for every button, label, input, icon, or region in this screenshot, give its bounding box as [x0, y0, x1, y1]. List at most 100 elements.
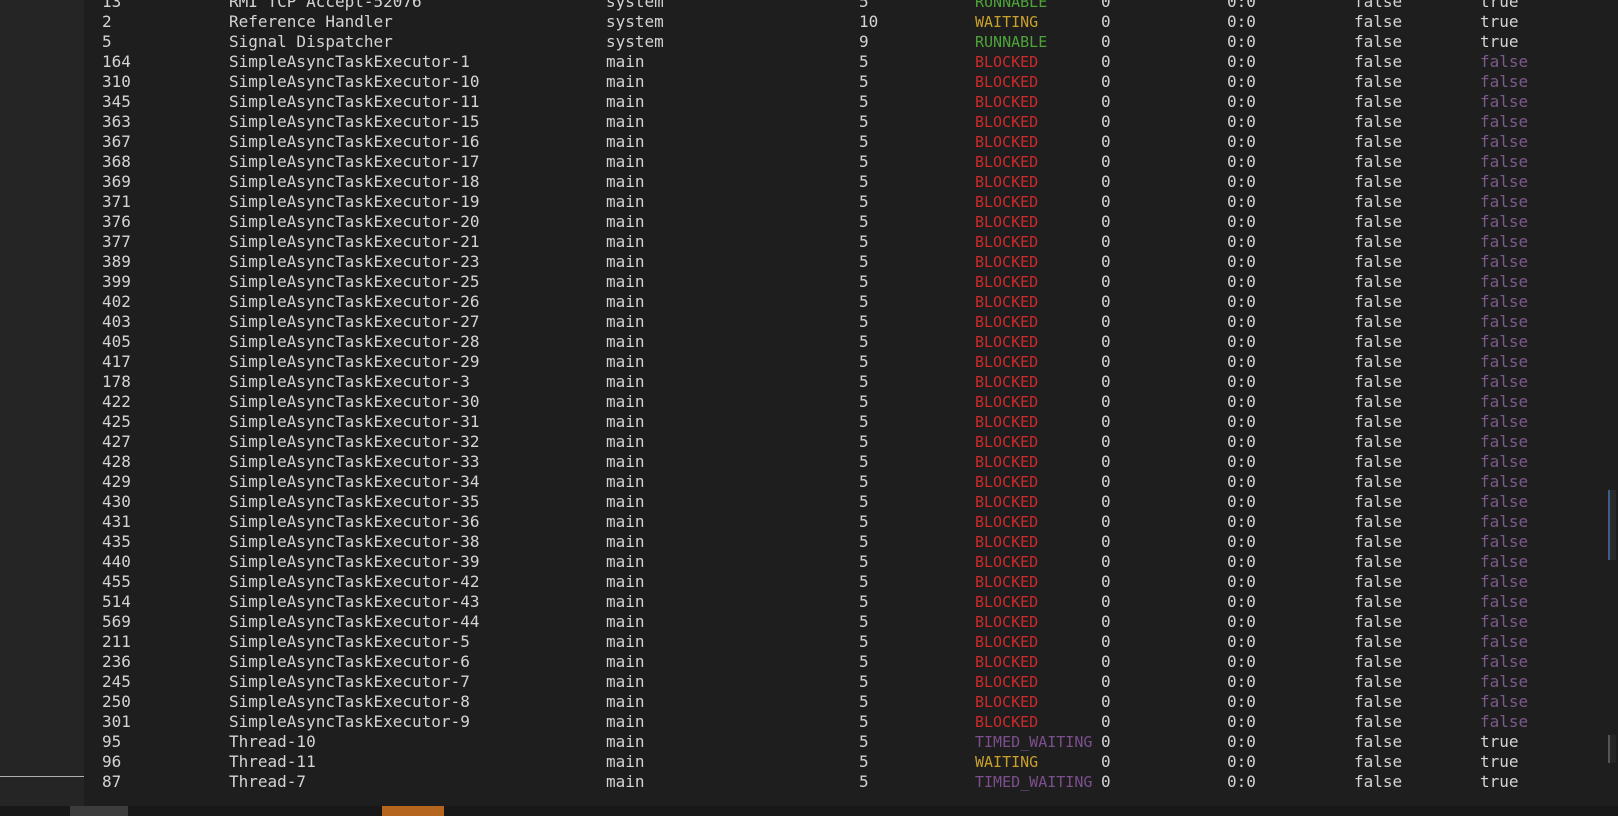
thread-priority: 5 — [859, 352, 869, 371]
thread-name: SimpleAsyncTaskExecutor-8 — [229, 692, 470, 711]
table-row: 13 RMI TCP Accept-52076 system 5 RUNNABLE 0 0:… — [84, 0, 1608, 12]
thread-group: system — [606, 12, 664, 31]
thread-name: Thread-11 — [229, 752, 316, 771]
thread-interrupted: false — [1354, 132, 1403, 151]
thread-time: 0:0 — [1227, 0, 1256, 11]
thread-time: 0:0 — [1227, 112, 1256, 131]
thread-state: BLOCKED — [975, 613, 1039, 631]
thread-name: SimpleAsyncTaskExecutor-31 — [229, 412, 480, 431]
panel-tab[interactable] — [70, 806, 128, 816]
thread-interrupted: false — [1354, 92, 1403, 111]
thread-cpu: 0 — [1101, 672, 1111, 691]
thread-id: 5 — [102, 32, 112, 51]
table-row: 402 SimpleAsyncTaskExecutor-26 main 5 BLOCKE… — [84, 292, 1608, 312]
thread-interrupted: false — [1354, 452, 1403, 471]
thread-id: 301 — [102, 712, 131, 731]
thread-cpu: 0 — [1101, 172, 1111, 191]
thread-state: BLOCKED — [975, 433, 1039, 451]
table-row: 435 SimpleAsyncTaskExecutor-38 main 5 BLOCKE… — [84, 532, 1608, 552]
thread-id: 427 — [102, 432, 131, 451]
table-row: 363 SimpleAsyncTaskExecutor-15 main 5 BLOCKE… — [84, 112, 1608, 132]
thread-state: BLOCKED — [975, 573, 1039, 591]
thread-group: main — [606, 372, 645, 391]
table-row: 367 SimpleAsyncTaskExecutor-16 main 5 BLOCKE… — [84, 132, 1608, 152]
thread-time: 0:0 — [1227, 572, 1256, 591]
table-row: 301 SimpleAsyncTaskExecutor-9 main 5 BLOCKED… — [84, 712, 1608, 732]
thread-name: SimpleAsyncTaskExecutor-7 — [229, 672, 470, 691]
terminal-output[interactable]: 13 RMI TCP Accept-52076 system 5 RUNNABLE 0 0:… — [84, 0, 1608, 806]
thread-state: TIMED_WAITING — [975, 773, 1093, 791]
thread-interrupted: false — [1354, 0, 1403, 11]
thread-cpu: 0 — [1101, 212, 1111, 231]
thread-group: main — [606, 192, 645, 211]
thread-time: 0:0 — [1227, 292, 1256, 311]
thread-priority: 5 — [859, 252, 869, 271]
thread-state: RUNNABLE — [975, 33, 1048, 51]
thread-state: WAITING — [975, 13, 1039, 31]
table-row: 368 SimpleAsyncTaskExecutor-17 main 5 BLOCKE… — [84, 152, 1608, 172]
thread-group: main — [606, 412, 645, 431]
table-row: 427 SimpleAsyncTaskExecutor-32 main 5 BLOCKE… — [84, 432, 1608, 452]
thread-cpu: 0 — [1101, 292, 1111, 311]
thread-state: BLOCKED — [975, 273, 1039, 291]
thread-id: 250 — [102, 692, 131, 711]
thread-priority: 5 — [859, 92, 869, 111]
thread-interrupted: false — [1354, 612, 1403, 631]
thread-state: BLOCKED — [975, 673, 1039, 691]
thread-id: 96 — [102, 752, 122, 771]
thread-time: 0:0 — [1227, 732, 1256, 751]
scroll-thumb[interactable] — [1608, 735, 1616, 763]
thread-priority: 5 — [859, 432, 869, 451]
panel-tab-active[interactable] — [382, 806, 444, 816]
thread-cpu: 0 — [1101, 392, 1111, 411]
thread-daemon: true — [1480, 32, 1519, 51]
thread-interrupted: false — [1354, 12, 1403, 31]
thread-cpu: 0 — [1101, 352, 1111, 371]
table-row: 455 SimpleAsyncTaskExecutor-42 main 5 BLOCKE… — [84, 572, 1608, 592]
thread-priority: 5 — [859, 692, 869, 711]
thread-daemon: false — [1480, 432, 1529, 451]
thread-daemon: false — [1480, 292, 1529, 311]
thread-priority: 5 — [859, 52, 869, 71]
thread-name: SimpleAsyncTaskExecutor-11 — [229, 92, 480, 111]
thread-group: main — [606, 732, 645, 751]
thread-interrupted: false — [1354, 112, 1403, 131]
thread-group: main — [606, 712, 645, 731]
thread-cpu: 0 — [1101, 12, 1111, 31]
thread-state: BLOCKED — [975, 473, 1039, 491]
thread-group: main — [606, 352, 645, 371]
thread-name: SimpleAsyncTaskExecutor-17 — [229, 152, 480, 171]
table-row: 345 SimpleAsyncTaskExecutor-11 main 5 BLOCKE… — [84, 92, 1608, 112]
thread-daemon: false — [1480, 572, 1529, 591]
thread-cpu: 0 — [1101, 572, 1111, 591]
left-sidebar-gutter — [0, 0, 84, 816]
thread-time: 0:0 — [1227, 312, 1256, 331]
thread-id: 164 — [102, 52, 131, 71]
thread-state: RUNNABLE — [975, 0, 1048, 11]
thread-id: 87 — [102, 772, 122, 791]
thread-name: SimpleAsyncTaskExecutor-33 — [229, 452, 480, 471]
thread-state: BLOCKED — [975, 353, 1039, 371]
thread-time: 0:0 — [1227, 352, 1256, 371]
thread-id: 367 — [102, 132, 131, 151]
thread-state: BLOCKED — [975, 73, 1039, 91]
thread-id: 405 — [102, 332, 131, 351]
thread-interrupted: false — [1354, 332, 1403, 351]
table-row: 2 Reference Handler system 10 WAITING 0 0:0 fal… — [84, 12, 1608, 32]
thread-id: 399 — [102, 272, 131, 291]
thread-daemon: false — [1480, 312, 1529, 331]
thread-name: SimpleAsyncTaskExecutor-28 — [229, 332, 480, 351]
thread-priority: 9 — [859, 32, 869, 51]
thread-time: 0:0 — [1227, 332, 1256, 351]
thread-group: main — [606, 152, 645, 171]
thread-priority: 5 — [859, 72, 869, 91]
thread-priority: 5 — [859, 0, 869, 11]
table-row: 422 SimpleAsyncTaskExecutor-30 main 5 BLOCKE… — [84, 392, 1608, 412]
thread-time: 0:0 — [1227, 192, 1256, 211]
thread-id: 402 — [102, 292, 131, 311]
vertical-scrollbar[interactable] — [1608, 0, 1618, 806]
table-row: 236 SimpleAsyncTaskExecutor-6 main 5 BLOCKED… — [84, 652, 1608, 672]
table-row: 95 Thread-10 main 5 TIMED_WAITING 0 0:0 false tr… — [84, 732, 1608, 752]
thread-time: 0:0 — [1227, 92, 1256, 111]
thread-id: 371 — [102, 192, 131, 211]
